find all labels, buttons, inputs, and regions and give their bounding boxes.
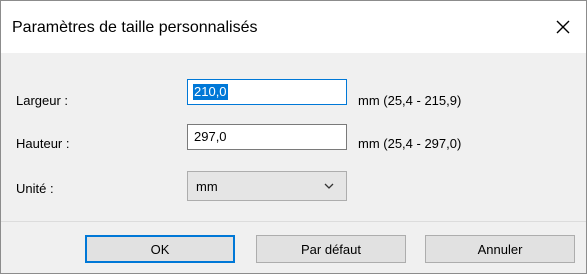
- chevron-down-icon: [324, 183, 334, 189]
- cancel-button[interactable]: Annuler: [425, 235, 575, 263]
- width-input[interactable]: 210,0: [187, 79, 347, 105]
- default-button[interactable]: Par défaut: [256, 235, 406, 263]
- custom-size-dialog: Paramètres de taille personnalisés Large…: [0, 0, 587, 274]
- unit-select[interactable]: mm: [187, 171, 347, 201]
- height-input[interactable]: 297,0: [187, 124, 347, 150]
- ok-button[interactable]: OK: [85, 235, 235, 263]
- close-icon: [556, 20, 570, 34]
- close-button[interactable]: [540, 1, 586, 53]
- unit-select-value: mm: [196, 179, 218, 194]
- width-range: mm (25,4 - 215,9): [358, 93, 462, 108]
- title-bar: Paramètres de taille personnalisés: [1, 1, 586, 53]
- width-input-value: 210,0: [193, 84, 228, 100]
- unit-label: Unité :: [16, 181, 54, 196]
- height-range: mm (25,4 - 297,0): [358, 136, 462, 151]
- dialog-title: Paramètres de taille personnalisés: [12, 19, 258, 36]
- height-input-value: 297,0: [194, 129, 227, 144]
- width-label: Largeur :: [16, 93, 69, 108]
- height-label: Hauteur :: [16, 136, 70, 151]
- footer-divider: [1, 221, 586, 222]
